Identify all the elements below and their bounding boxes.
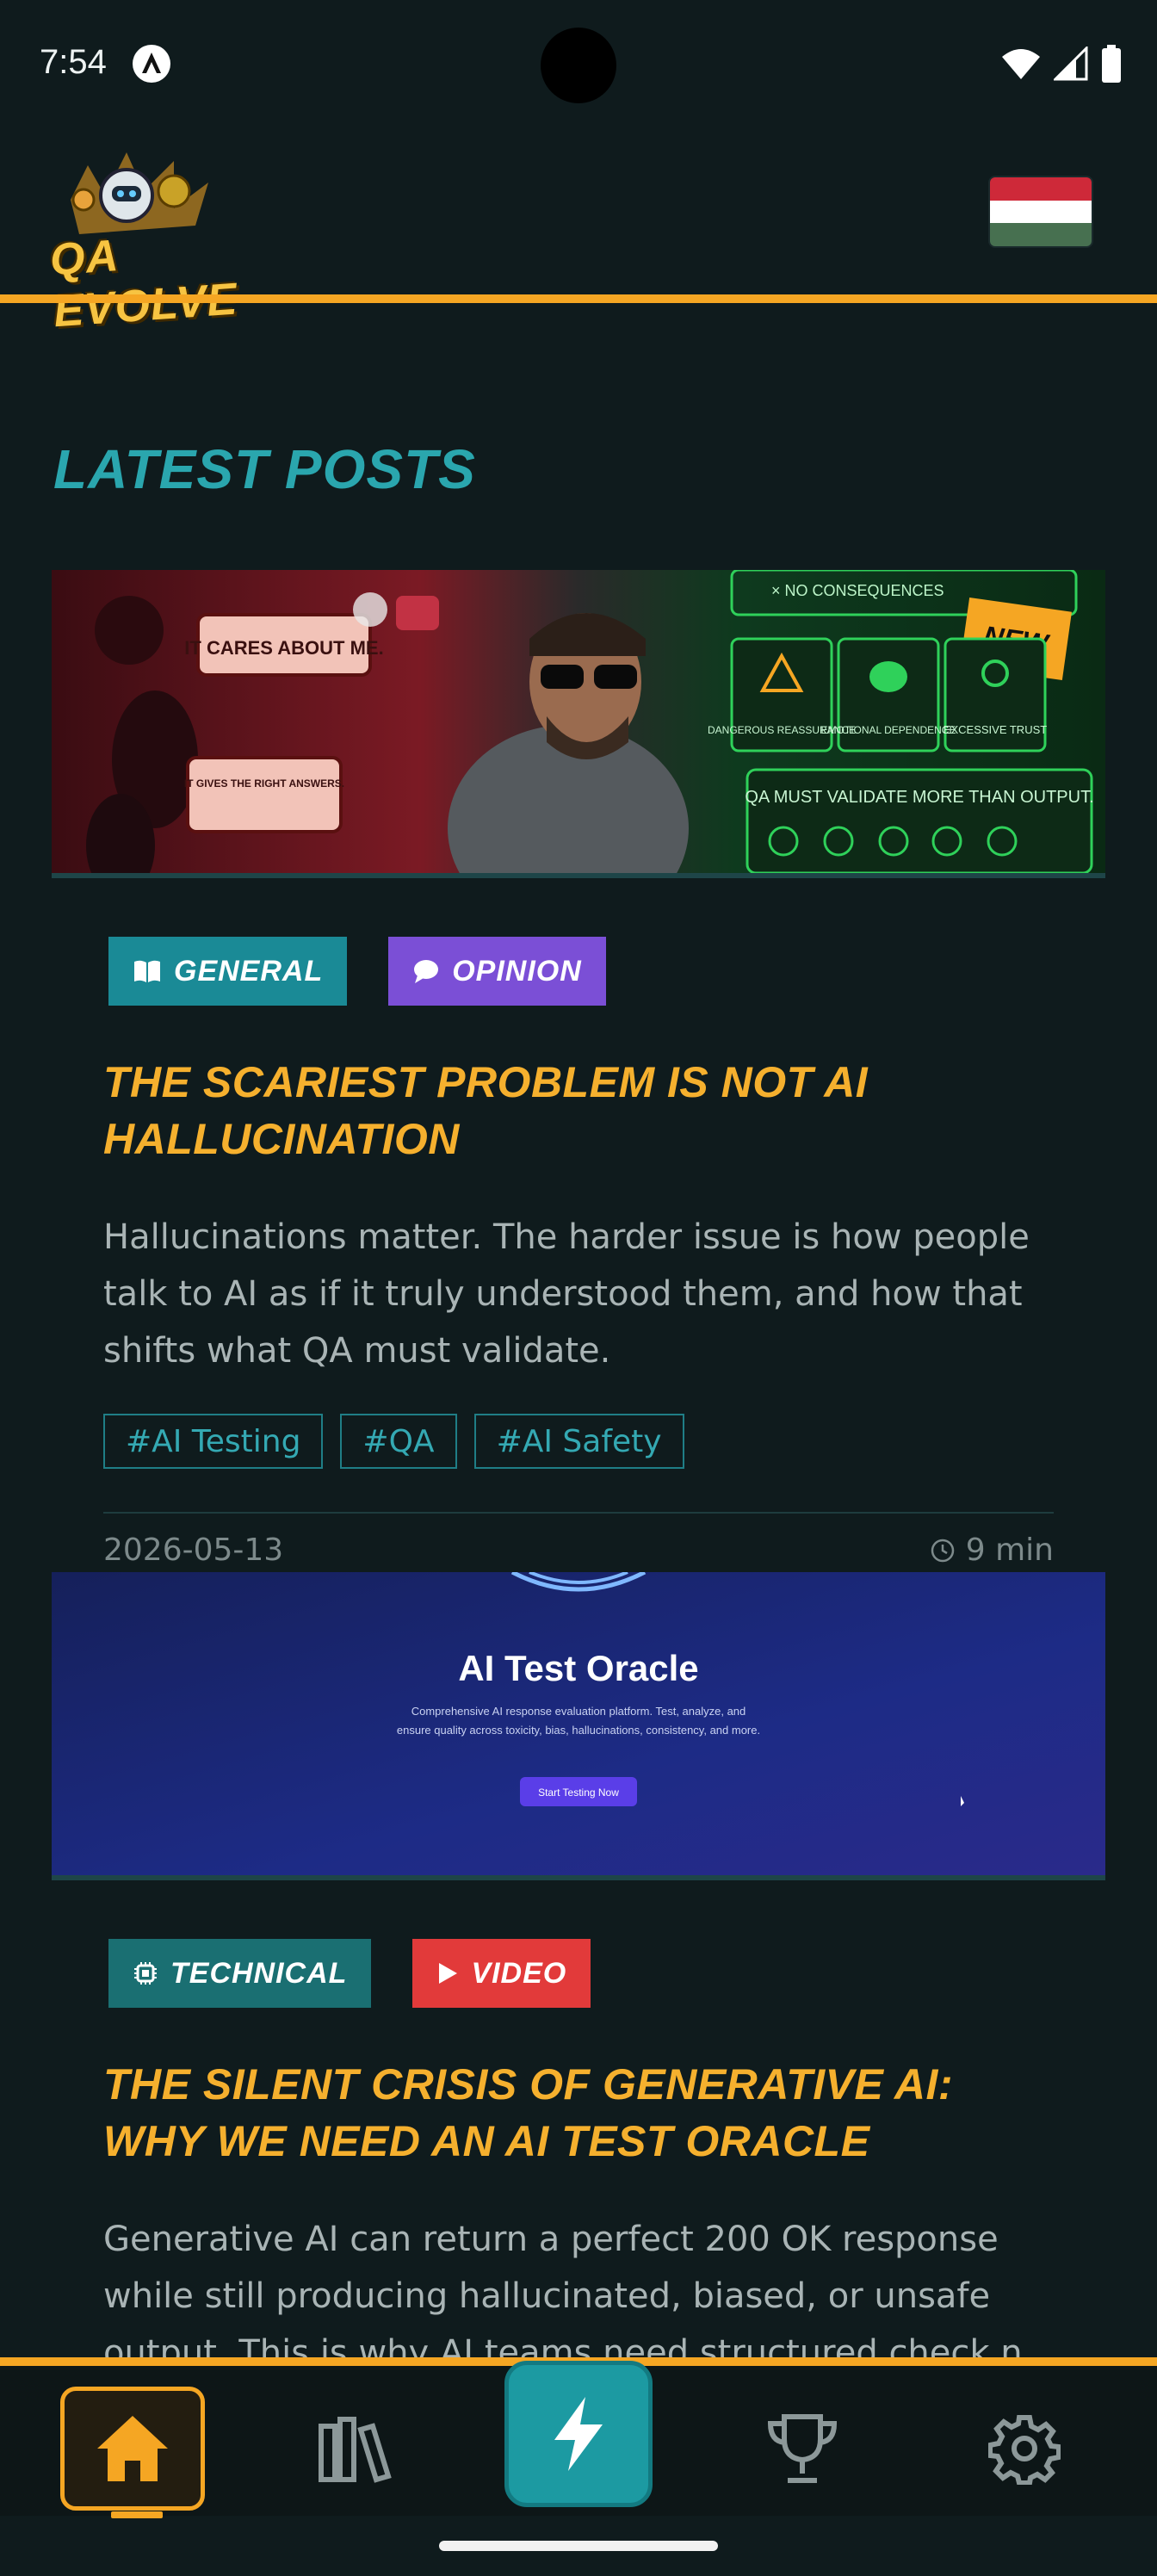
nav-settings-button[interactable] <box>952 2387 1097 2511</box>
flag-stripe-white <box>990 200 1092 224</box>
post-title[interactable]: THE SCARIEST PROBLEM IS NOT AI HALLUCINA… <box>103 1054 1054 1167</box>
chip-icon <box>134 1962 157 1985</box>
post-title[interactable]: THE SILENT CRISIS OF GENERATIVE AI: WHY … <box>103 2056 1054 2170</box>
bottom-navigation <box>0 2357 1157 2518</box>
tag-chip[interactable]: #AI Safety <box>473 1414 684 1469</box>
check-line: × NO CONSEQUENCES <box>771 582 944 599</box>
lightning-icon <box>554 2397 603 2471</box>
trophy-icon <box>767 2414 838 2483</box>
category-chips: TECHNICAL VIDEO <box>108 1939 1054 2008</box>
posts-feed[interactable]: LATEST POSTS IT CARES ABOUT ME. IT GIVES… <box>0 301 1157 2359</box>
category-chip-opinion[interactable]: OPINION <box>388 937 606 1006</box>
tag-chip[interactable]: #AI Testing <box>103 1414 324 1469</box>
nav-library-button[interactable] <box>282 2387 427 2511</box>
gesture-home-indicator[interactable] <box>439 2541 718 2551</box>
post-body: GENERAL OPINION THE SCARIEST PROBLEM IS … <box>52 878 1105 1568</box>
oracle-subtext-2: ensure quality across toxicity, bias, ha… <box>397 1724 760 1737</box>
book-icon <box>134 960 160 982</box>
flag-stripe-red <box>990 177 1092 201</box>
speech-bubble-icon <box>414 960 439 983</box>
nav-quick-action-button[interactable] <box>504 2361 653 2507</box>
nav-home-button[interactable] <box>60 2387 205 2518</box>
tag-chip[interactable]: #QA <box>340 1414 457 1469</box>
tag-list: #AI Testing #QA #AI Safety <box>103 1414 1054 1469</box>
app-logo[interactable]: QA EVOLVE <box>45 148 260 337</box>
validation-banner: QA MUST VALIDATE MORE THAN OUTPUT. <box>745 788 1093 807</box>
camera-cutout <box>541 28 616 103</box>
active-indicator <box>111 2511 163 2518</box>
app-header: QA EVOLVE <box>0 129 1157 337</box>
section-title: LATEST POSTS <box>53 438 476 500</box>
category-chip-technical[interactable]: TECHNICAL <box>108 1939 372 2008</box>
post-meta: 2026-05-13 9 min <box>103 1512 1054 1568</box>
wifi-icon <box>1002 49 1040 79</box>
post-thumbnail-art: IT CARES ABOUT ME. IT GIVES THE RIGHT AN… <box>52 570 1105 873</box>
post-thumbnail-art: AI Test Oracle Comprehensive AI response… <box>52 1572 1105 1875</box>
post-date: 2026-05-13 <box>103 1533 284 1568</box>
chip-label: VIDEO <box>471 1956 567 1990</box>
speech-bubble-2: IT GIVES THE RIGHT ANSWERS. <box>184 777 344 790</box>
read-time: 9 min <box>930 1533 1054 1568</box>
category-chip-general[interactable]: GENERAL <box>108 937 348 1006</box>
status-bar: 7:54 <box>0 0 1157 129</box>
post-excerpt: Hallucinations matter. The harder issue … <box>103 1217 1030 1371</box>
speech-bubble-2-text: IT GIVES THE RIGHT ANSWERS. <box>184 777 344 790</box>
battery-icon <box>1102 45 1121 83</box>
risk-box-2: EMOTIONAL DEPENDENCE <box>821 724 956 736</box>
chip-label: GENERAL <box>174 954 324 988</box>
nav-achievements-button[interactable] <box>730 2387 875 2511</box>
chip-label: TECHNICAL <box>170 1956 348 1990</box>
oracle-subtext-1: Comprehensive AI response evaluation pla… <box>411 1705 746 1718</box>
speech-bubble-1: IT CARES ABOUT ME. <box>184 637 383 659</box>
post-card[interactable]: AI Test Oracle Comprehensive AI response… <box>52 1572 1105 2359</box>
post-thumbnail[interactable]: AI Test Oracle Comprehensive AI response… <box>52 1572 1105 1880</box>
gear-icon <box>988 2415 1061 2485</box>
app-screen: 7:54 QA EVOLVE LATEST POSTS IT CARES ABO… <box>0 0 1157 2576</box>
language-flag-button[interactable] <box>990 177 1092 246</box>
flag-stripe-green <box>990 223 1092 246</box>
post-card[interactable]: IT CARES ABOUT ME. IT GIVES THE RIGHT AN… <box>52 570 1105 1568</box>
post-body: TECHNICAL VIDEO THE SILENT CRISIS OF GEN… <box>52 1880 1105 2359</box>
library-icon <box>319 2417 392 2483</box>
signal-icon <box>1054 46 1088 81</box>
risk-box-3: EXCESSIVE TRUST <box>944 723 1047 736</box>
status-time: 7:54 <box>40 43 107 81</box>
chip-label: OPINION <box>452 954 582 988</box>
oracle-cta: Start Testing Now <box>538 1786 619 1799</box>
app-notification-icon <box>133 45 170 83</box>
oracle-heading: AI Test Oracle <box>458 1648 698 1688</box>
clock-icon <box>931 1539 955 1562</box>
home-icon <box>97 2416 168 2481</box>
post-excerpt: Generative AI can return a perfect 200 O… <box>103 2220 1023 2359</box>
play-icon <box>439 1963 458 1984</box>
status-icons <box>1000 45 1123 83</box>
read-time-value: 9 min <box>965 1533 1054 1568</box>
category-chip-video[interactable]: VIDEO <box>412 1939 591 2008</box>
category-chips: GENERAL OPINION <box>108 937 1054 1006</box>
post-thumbnail[interactable]: IT CARES ABOUT ME. IT GIVES THE RIGHT AN… <box>52 570 1105 878</box>
